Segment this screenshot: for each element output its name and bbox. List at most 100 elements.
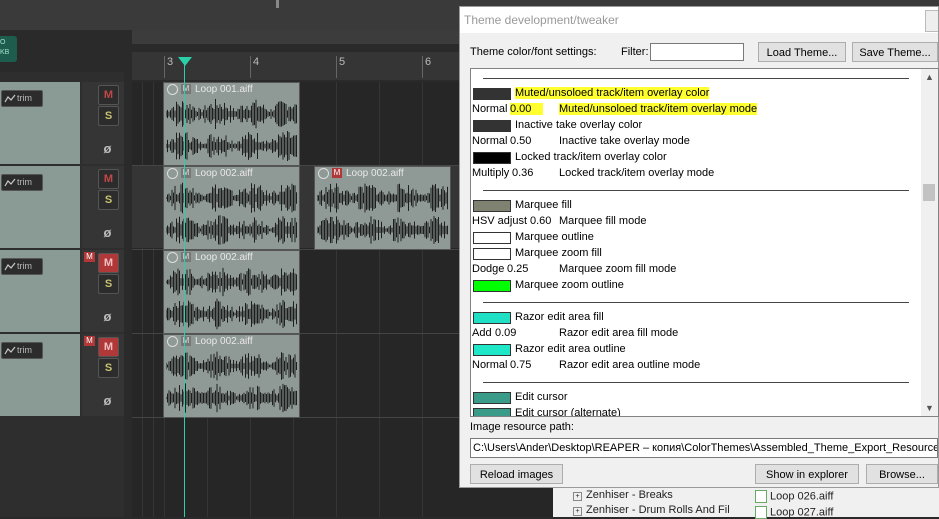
mode-name[interactable]: Dodge: [472, 263, 504, 275]
track-header[interactable]: trim M S ø: [0, 82, 124, 166]
folder-item[interactable]: + Zenhiser - Breaks: [573, 489, 673, 501]
load-theme-button[interactable]: Load Theme...: [758, 42, 846, 62]
folder-item[interactable]: + Zenhiser - Drum Rolls And Fil: [573, 504, 730, 516]
list-scrollbar[interactable]: ▲ ▼: [921, 69, 938, 416]
color-swatch[interactable]: [473, 344, 511, 356]
phase-invert-button[interactable]: ø: [98, 392, 117, 410]
audio-file-icon: [755, 490, 767, 503]
mode-value[interactable]: 0.25: [507, 263, 528, 275]
waveform: [317, 183, 448, 244]
color-swatch[interactable]: [473, 120, 511, 132]
color-swatch[interactable]: [473, 392, 511, 404]
image-path-input[interactable]: C:\Users\Ander\Desktop\REAPER – копия\Co…: [470, 438, 938, 458]
mode-value[interactable]: 0.50: [510, 135, 531, 147]
expand-icon[interactable]: +: [573, 507, 582, 516]
trim-label: trim: [17, 177, 32, 187]
item-mute-button[interactable]: M: [332, 168, 342, 179]
file-item[interactable]: Loop 026.aiff: [755, 490, 833, 503]
phase-invert-button[interactable]: ø: [98, 308, 117, 326]
mode-value[interactable]: 0.09: [495, 327, 516, 339]
color-swatch[interactable]: [473, 152, 511, 164]
item-mute-button[interactable]: M: [181, 168, 191, 179]
track-header[interactable]: M trim M S ø: [0, 250, 124, 334]
envelope-icon: [4, 94, 16, 102]
waveform: [166, 267, 297, 330]
mode-value[interactable]: 0.75: [510, 359, 531, 371]
save-theme-button[interactable]: Save Theme...: [852, 42, 938, 62]
power-icon: [167, 83, 178, 95]
phase-invert-button[interactable]: ø: [98, 140, 117, 158]
mode-value[interactable]: 0.60: [530, 215, 551, 227]
setting-label: Locked track/item overlay color: [515, 151, 667, 163]
color-swatch[interactable]: [473, 232, 511, 244]
setting-label: Marquee fill: [515, 199, 572, 211]
mode-value[interactable]: 0.00: [510, 103, 544, 115]
power-icon: [167, 335, 178, 347]
solo-button[interactable]: S: [98, 190, 119, 210]
solo-button[interactable]: S: [98, 274, 119, 294]
mute-button[interactable]: M: [98, 169, 119, 189]
track-control-panel: trim M S ø trim M S ø M trim M S ø M tri…: [0, 72, 124, 517]
solo-button[interactable]: S: [98, 358, 119, 378]
trim-label: trim: [17, 261, 32, 271]
mode-name[interactable]: Normal: [472, 103, 507, 115]
color-swatch[interactable]: [473, 88, 511, 100]
mute-button[interactable]: M: [98, 85, 119, 105]
mode-name[interactable]: Add: [472, 327, 492, 339]
mode-name[interactable]: Multiply: [472, 167, 509, 179]
show-in-explorer-button[interactable]: Show in explorer: [755, 464, 859, 484]
reload-images-button[interactable]: Reload images: [470, 464, 563, 484]
item-mute-button[interactable]: M: [181, 336, 191, 347]
track-header[interactable]: M trim M S ø: [0, 334, 124, 418]
item-name: Loop 002.aiff: [346, 168, 404, 179]
color-swatch[interactable]: [473, 200, 511, 212]
phase-invert-button[interactable]: ø: [98, 224, 117, 242]
toolbar-marker: [276, 0, 279, 8]
waveform: [166, 182, 297, 245]
color-swatch[interactable]: [473, 248, 511, 260]
item-mute-button[interactable]: M: [181, 252, 191, 263]
trim-button[interactable]: trim: [1, 342, 43, 359]
setting-label: Marquee outline: [515, 231, 594, 243]
setting-label: Inactive take overlay color: [515, 119, 643, 131]
waveform: [166, 351, 297, 413]
color-swatch[interactable]: [473, 312, 511, 324]
file-item[interactable]: Loop 027.aiff: [755, 506, 833, 519]
color-swatch[interactable]: [473, 408, 511, 416]
path-label: Image resource path:: [470, 421, 574, 433]
track-header[interactable]: trim M S ø: [0, 166, 124, 250]
solo-button[interactable]: S: [98, 106, 119, 126]
power-icon: [167, 251, 178, 263]
ruler-tick: [164, 56, 165, 78]
setting-label: Razor edit area outline mode: [559, 359, 701, 371]
setting-label: Locked track/item overlay mode: [559, 167, 715, 179]
scroll-down-icon[interactable]: ▼: [925, 403, 934, 413]
scroll-up-icon[interactable]: ▲: [925, 72, 934, 82]
color-swatch[interactable]: [473, 280, 511, 292]
theme-settings-list[interactable]: Muted/unsoloed track/item overlay color N…: [470, 68, 939, 417]
scrollbar-thumb[interactable]: [923, 184, 935, 201]
envelope-icon: [4, 346, 16, 354]
close-button[interactable]: [925, 10, 938, 32]
theme-tweaker-dialog: Theme development/tweaker Theme color/fo…: [459, 6, 939, 488]
expand-icon[interactable]: +: [573, 492, 582, 501]
trim-button[interactable]: trim: [1, 174, 43, 191]
trim-label: trim: [17, 93, 32, 103]
track-muted-indicator: M: [84, 336, 95, 346]
media-item[interactable]: M Loop 002.aiff: [314, 166, 451, 250]
mute-button[interactable]: M: [98, 337, 119, 357]
mode-name[interactable]: Normal: [472, 359, 507, 371]
setting-label: Razor edit area fill mode: [559, 327, 679, 339]
item-mute-button[interactable]: M: [181, 84, 191, 95]
filter-input[interactable]: [650, 43, 744, 61]
trim-button[interactable]: trim: [1, 258, 43, 275]
dialog-titlebar[interactable]: Theme development/tweaker: [460, 7, 938, 33]
browse-button[interactable]: Browse...: [866, 464, 938, 484]
mode-name[interactable]: Normal: [472, 135, 507, 147]
trim-button[interactable]: trim: [1, 90, 43, 107]
mode-name[interactable]: HSV adjust: [472, 215, 527, 227]
list-separator: [483, 382, 909, 383]
playhead-marker[interactable]: [178, 57, 192, 66]
mute-button[interactable]: M: [98, 253, 119, 273]
mode-value[interactable]: 0.36: [512, 167, 533, 179]
